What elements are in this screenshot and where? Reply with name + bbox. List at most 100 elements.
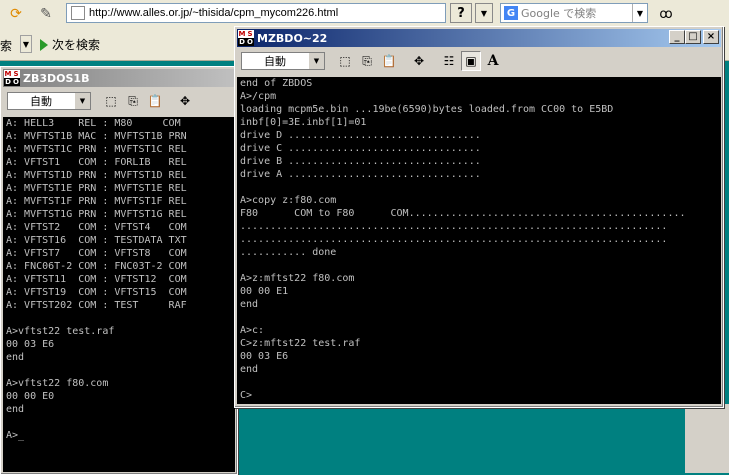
- console-window-zb3dos1b[interactable]: MSDO ZB3DOS1B 自動 ▼ ⬚ ⎘ 📋 ✥ A: HELL3 REL …: [0, 66, 238, 475]
- msdos-icon: MSDO: [4, 70, 20, 86]
- find-next-label: 次を検索: [52, 38, 101, 52]
- search-input[interactable]: G Google で検索 ▼: [500, 3, 648, 23]
- console-line: A>c:: [240, 325, 265, 336]
- console-line: end: [240, 299, 259, 310]
- fullscreen-icon[interactable]: ✥: [409, 51, 429, 71]
- help-button[interactable]: ?: [450, 3, 472, 23]
- font-select-value: 自動: [30, 95, 52, 108]
- console-line: A: MVFTST1E PRN : MVFTST1E REL: [6, 183, 187, 194]
- console-line: ........................................…: [240, 234, 668, 245]
- google-icon: G: [504, 6, 518, 20]
- console-line: C>: [240, 390, 253, 401]
- mark-icon[interactable]: ⬚: [335, 51, 355, 71]
- console-line: 00 00 E1: [240, 286, 289, 297]
- copy-icon[interactable]: ⎘: [357, 51, 377, 71]
- console-line: end of ZBDOS: [240, 78, 313, 89]
- font-select[interactable]: 自動 ▼: [7, 92, 91, 110]
- console-line: 00 00 E0: [6, 391, 55, 402]
- background-icon[interactable]: ▣: [461, 51, 481, 71]
- maximize-icon[interactable]: □: [685, 30, 701, 44]
- console-output[interactable]: end of ZBDOS A>/cpm loading mcpm5e.bin ...…: [237, 77, 721, 404]
- console-line: A: MVFTST1B MAC : MVFTST1B PRN: [6, 131, 187, 142]
- console-line: ........... done: [240, 247, 337, 258]
- search-label-fragment: 索: [0, 39, 13, 53]
- console-output[interactable]: A: HELL3 REL : M80 COM A: MVFTST1B MAC : …: [3, 117, 235, 472]
- play-icon: [40, 38, 48, 51]
- console-line: ........................................…: [240, 221, 668, 232]
- console-line: A: VFTST16 COM : TESTDATA TXT: [6, 235, 187, 246]
- console-text: end of ZBDOS A>/cpm loading mcpm5e.bin ...…: [237, 77, 721, 402]
- console-line: inbf[0]=3E.inbf[1]=01: [240, 117, 367, 128]
- console-window-mzbdo22[interactable]: MSDO MZBDO~22 _ □ × 自動 ▼ ⬚ ⎘ 📋 ✥ ☷ ▣ A e…: [234, 26, 724, 408]
- console-text: A: HELL3 REL : M80 COM A: MVFTST1B MAC : …: [3, 117, 235, 442]
- console-line: A: MVFTST1C PRN : MVFTST1C REL: [6, 144, 187, 155]
- console-line: A: VFTST202 COM : TEST RAF: [6, 300, 187, 311]
- properties-icon[interactable]: ☷: [439, 51, 459, 71]
- address-bar[interactable]: http://www.alles.or.jp/~thisida/cpm_myco…: [66, 3, 446, 23]
- console-line: loading mcpm5e.bin ...19be(6590)bytes lo…: [240, 104, 614, 115]
- console-line: A>_: [6, 430, 25, 441]
- console-line: drive C ................................: [240, 143, 481, 154]
- address-toolbar: ⟳ ✎ http://www.alles.or.jp/~thisida/cpm_…: [0, 0, 729, 28]
- close-icon[interactable]: ×: [703, 30, 719, 44]
- caption-buttons: _ □ ×: [669, 30, 719, 44]
- console-line: A: VFTST11 COM : VFTST12 COM: [6, 274, 187, 285]
- console-line: A>vftst22 test.raf: [6, 326, 115, 337]
- window-title: MZBDO~22: [257, 31, 328, 45]
- search-dropdown-icon[interactable]: ▼: [632, 4, 647, 22]
- font-select[interactable]: 自動 ▼: [241, 52, 325, 70]
- console-line: end: [6, 352, 25, 363]
- glasses-icon[interactable]: ꝏ: [656, 4, 676, 24]
- page-scrollbar-fragment[interactable]: [685, 404, 729, 473]
- font-icon[interactable]: A: [483, 51, 503, 71]
- console-line: A: MVFTST1F PRN : MVFTST1F REL: [6, 196, 187, 207]
- console-line: A: VFTST1 COM : FORLIB REL: [6, 157, 187, 168]
- console-line: drive D ................................: [240, 130, 481, 141]
- window-title: ZB3DOS1B: [23, 71, 90, 85]
- fullscreen-icon[interactable]: ✥: [175, 91, 195, 111]
- console-line: C>z:mftst22 test.raf: [240, 338, 361, 349]
- address-url: http://www.alles.or.jp/~thisida/cpm_myco…: [89, 7, 339, 19]
- console-line: A: VFTST2 COM : VFTST4 COM: [6, 222, 187, 233]
- chevron-down-icon[interactable]: ▼: [74, 93, 90, 109]
- paste-icon[interactable]: 📋: [145, 91, 165, 111]
- console-toolbar: 自動 ▼ ⬚ ⎘ 📋 ✥ ☷ ▣ A: [237, 49, 721, 73]
- console-line: A: VFTST19 COM : VFTST15 COM: [6, 287, 187, 298]
- chevron-down-icon[interactable]: ▼: [20, 35, 32, 53]
- mark-icon[interactable]: ⬚: [101, 91, 121, 111]
- console-toolbar: 自動 ▼ ⬚ ⎘ 📋 ✥: [3, 89, 235, 113]
- chevron-down-icon[interactable]: ▼: [308, 53, 324, 69]
- pen-icon[interactable]: ✎: [36, 4, 56, 24]
- search-placeholder: Google で検索: [521, 7, 597, 20]
- paste-icon[interactable]: 📋: [379, 51, 399, 71]
- console-line: 00 03 E6: [6, 339, 55, 350]
- console-line: F80 COM to F80 COM......................…: [240, 208, 686, 219]
- font-select-value: 自動: [264, 55, 286, 68]
- window-titlebar[interactable]: MSDO MZBDO~22 _ □ ×: [237, 29, 721, 47]
- console-line: A: VFTST7 COM : VFTST8 COM: [6, 248, 187, 259]
- console-line: A: MVFTST1D PRN : MVFTST1D REL: [6, 170, 187, 181]
- console-line: 00 03 E6: [240, 351, 289, 362]
- console-line: A>vftst22 f80.com: [6, 378, 109, 389]
- console-line: drive B ................................: [240, 156, 481, 167]
- window-titlebar[interactable]: MSDO ZB3DOS1B: [3, 69, 235, 87]
- console-line: A: HELL3 REL : M80 COM: [6, 118, 181, 129]
- console-line: drive A ................................: [240, 169, 481, 180]
- chevron-down-icon[interactable]: ▼: [475, 3, 493, 23]
- console-line: end: [240, 364, 259, 375]
- page-icon: [71, 6, 85, 20]
- minimize-icon[interactable]: _: [669, 30, 685, 44]
- swirl-icon[interactable]: ⟳: [6, 4, 26, 24]
- console-line: A: FNC06T-2 COM : FNC03T-2 COM: [6, 261, 187, 272]
- console-line: A>/cpm: [240, 91, 277, 102]
- copy-icon[interactable]: ⎘: [123, 91, 143, 111]
- console-line: A: MVFTST1G PRN : MVFTST1G REL: [6, 209, 187, 220]
- find-next-button[interactable]: 次を検索: [40, 36, 100, 53]
